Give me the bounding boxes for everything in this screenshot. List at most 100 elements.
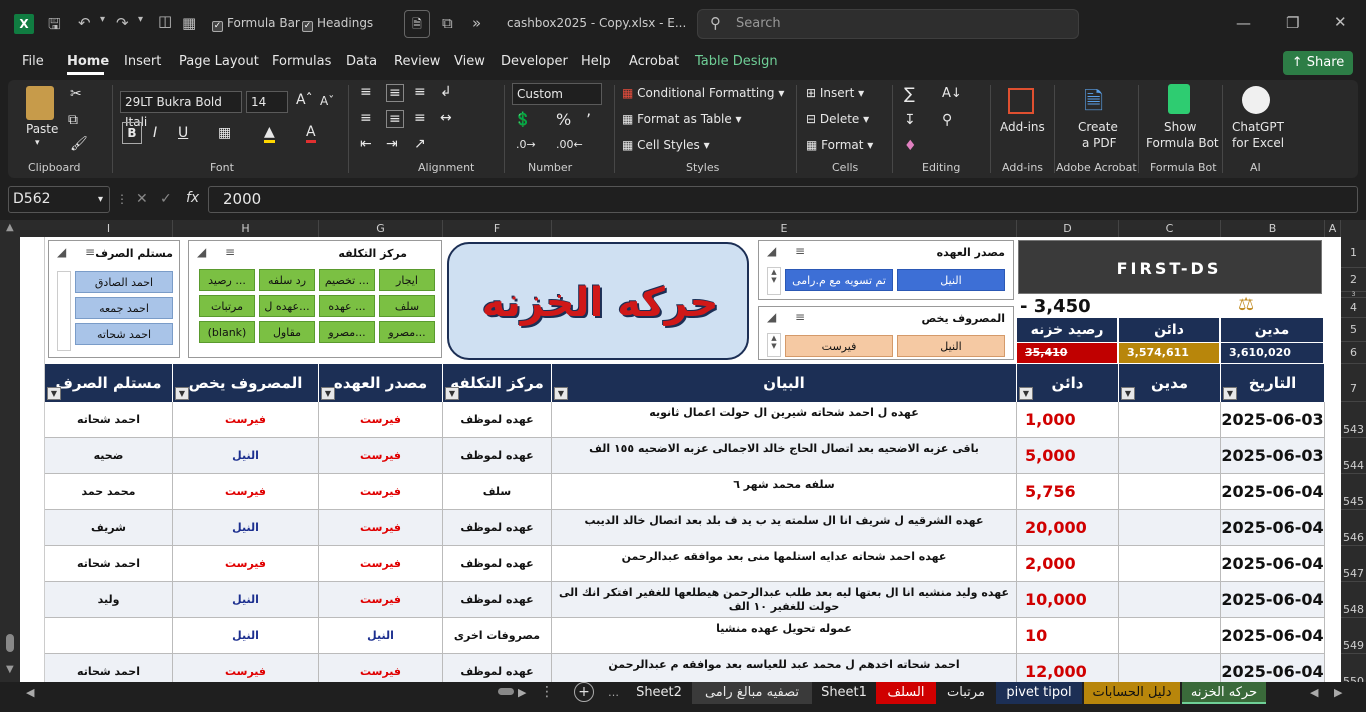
slicer-item[interactable]: تم تسويه مع م.رامى bbox=[785, 269, 893, 291]
more-commands-icon[interactable]: » bbox=[472, 14, 481, 32]
align-bottom-icon[interactable]: ≡ bbox=[414, 84, 426, 100]
slicer-item[interactable]: فيرست bbox=[785, 335, 893, 357]
table-cell-desc[interactable]: سلفه محمد شهر ٦ bbox=[552, 474, 1017, 510]
table-cell-credit[interactable]: 10,000 bbox=[1017, 582, 1119, 618]
create-pdf-icon[interactable]: 🗎 bbox=[1084, 84, 1103, 125]
font-name-combo[interactable]: 29LT Bukra Bold Itali bbox=[120, 91, 242, 129]
row-header[interactable]: 546 bbox=[1341, 510, 1366, 546]
sort-filter-icon[interactable]: A↓ bbox=[942, 86, 962, 101]
table-cell-date[interactable]: 2025-06-04 bbox=[1221, 582, 1325, 618]
paste-button[interactable]: Paste bbox=[26, 122, 58, 136]
cell-styles-button[interactable]: ▦ Cell Styles ▾ bbox=[622, 138, 710, 152]
wrap-text-icon[interactable]: ↲ bbox=[440, 84, 452, 100]
tab-options-icon[interactable]: ⋮ bbox=[540, 684, 554, 700]
row-header-6[interactable]: 6 bbox=[1341, 342, 1366, 364]
table-cell-center[interactable]: مصروفات اخرى bbox=[443, 618, 552, 654]
table-cell-date[interactable]: 2025-06-04 bbox=[1221, 618, 1325, 654]
table-cell-source[interactable]: فيرست bbox=[319, 510, 443, 546]
chatgpt-label-1[interactable]: ChatGPT bbox=[1232, 120, 1284, 134]
slicer-item[interactable]: عهده ... bbox=[319, 295, 375, 317]
table-cell-credit[interactable]: 10 bbox=[1017, 618, 1119, 654]
share-copy-icon[interactable]: ⧉ bbox=[442, 14, 453, 32]
decrease-decimal-icon[interactable]: .00← bbox=[556, 138, 583, 151]
align-right-icon[interactable]: ≡ bbox=[414, 110, 426, 126]
headings-toggle[interactable]: ✓ Headings bbox=[302, 16, 373, 32]
column-header-b[interactable]: B bbox=[1221, 220, 1325, 237]
sheet-tab[interactable]: مرتبات bbox=[938, 682, 994, 704]
table-cell-credit[interactable]: 5,000 bbox=[1017, 438, 1119, 474]
table-cell-date[interactable]: 2025-06-03 bbox=[1221, 402, 1325, 438]
tab-scroll-left-icon[interactable]: ◀ bbox=[1310, 686, 1318, 699]
format-painter-icon[interactable]: 🖌 bbox=[70, 136, 88, 152]
slicer-item[interactable]: مصرو... bbox=[379, 321, 435, 343]
align-middle-icon[interactable]: ≡ bbox=[386, 84, 404, 102]
font-size-combo[interactable]: 14 bbox=[246, 91, 288, 113]
table-cell-desc[interactable]: عهده ل احمد شحاته شيرين ال حولت اعمال ثا… bbox=[552, 402, 1017, 438]
table-cell-for[interactable]: فيرست bbox=[173, 546, 319, 582]
table-cell-debit[interactable] bbox=[1119, 474, 1221, 510]
create-pdf-label-1[interactable]: Create bbox=[1078, 120, 1118, 134]
filter-dropdown-icon[interactable]: ▼ bbox=[1223, 387, 1237, 400]
undo-icon[interactable]: ↶ bbox=[78, 14, 91, 32]
format-cells-button[interactable]: ▦ Format ▾ bbox=[806, 138, 873, 152]
table-cell-date[interactable]: 2025-06-04 bbox=[1221, 546, 1325, 582]
name-box-dropdown-icon[interactable]: ▾ bbox=[98, 187, 103, 212]
table-cell-debit[interactable] bbox=[1119, 402, 1221, 438]
row-header[interactable]: 543 bbox=[1341, 402, 1366, 438]
scroll-up-icon[interactable]: ▲ bbox=[6, 222, 14, 233]
share-button[interactable]: ↑ Share bbox=[1283, 51, 1353, 75]
font-color-icon[interactable]: A bbox=[306, 124, 316, 143]
menu-help[interactable]: Help bbox=[581, 54, 611, 69]
column-header-g[interactable]: G bbox=[319, 220, 443, 237]
search-box[interactable]: Search bbox=[697, 9, 1079, 39]
table-cell-desc[interactable]: عهده احمد شحاته عدايه استلمها منى بعد مو… bbox=[552, 546, 1017, 582]
table-cell-source[interactable]: فيرست bbox=[319, 546, 443, 582]
table-cell-for[interactable]: فيرست bbox=[173, 402, 319, 438]
underline-button[interactable]: U bbox=[178, 125, 188, 141]
table-cell-source[interactable]: النيل bbox=[319, 618, 443, 654]
name-box[interactable]: D562 ▾ bbox=[8, 186, 110, 213]
increase-indent-icon[interactable]: ⇥ bbox=[386, 136, 398, 152]
slicer-item[interactable]: عهده ل... bbox=[259, 295, 315, 317]
slicer-item[interactable]: النيل bbox=[897, 335, 1005, 357]
decrease-font-icon[interactable]: Aˇ bbox=[320, 94, 334, 108]
menu-acrobat[interactable]: Acrobat bbox=[629, 54, 679, 69]
redo-icon[interactable]: ↷ bbox=[116, 14, 129, 32]
column-header-d[interactable]: D bbox=[1017, 220, 1119, 237]
show-bot-label-1[interactable]: Show bbox=[1164, 120, 1196, 134]
vertical-scroll-thumb[interactable] bbox=[6, 634, 14, 652]
table-cell-recipient[interactable]: احمد شحاته bbox=[45, 402, 173, 438]
table-cell-recipient[interactable] bbox=[45, 618, 173, 654]
slicer-item[interactable]: سلف bbox=[379, 295, 435, 317]
menu-insert[interactable]: Insert bbox=[124, 54, 161, 69]
table-cell-source[interactable]: فيرست bbox=[319, 474, 443, 510]
column-header-a[interactable]: A bbox=[1325, 220, 1341, 237]
orientation-icon[interactable]: ↗ bbox=[414, 136, 426, 152]
formula-input[interactable]: 2000 bbox=[208, 186, 1358, 213]
slicer-expense-for[interactable]: المصروف يخص ◢ ≡ النيل فيرست ▲ ▼ bbox=[758, 306, 1014, 360]
slicer-item[interactable]: مقاول bbox=[259, 321, 315, 343]
menu-review[interactable]: Review bbox=[394, 54, 440, 69]
column-header-i[interactable]: I bbox=[45, 220, 173, 237]
clear-filter-icon[interactable]: ◢ bbox=[57, 245, 66, 259]
comma-icon[interactable]: ’ bbox=[586, 110, 591, 129]
clear-filter-icon[interactable]: ◢ bbox=[767, 310, 776, 324]
table-cell-center[interactable]: عهده لموظف bbox=[443, 546, 552, 582]
fill-icon[interactable]: ↧ bbox=[904, 112, 916, 128]
cancel-entry-icon[interactable]: ✕ bbox=[136, 191, 148, 207]
sheet-tab[interactable]: pivet tipol bbox=[996, 682, 1082, 704]
borders-icon[interactable]: ▦ bbox=[218, 125, 231, 141]
conditional-formatting-button[interactable]: ▦ Conditional Formatting ▾ bbox=[622, 86, 784, 100]
column-header-e[interactable]: E bbox=[552, 220, 1017, 237]
menu-data[interactable]: Data bbox=[346, 54, 377, 69]
create-pdf-label-2[interactable]: a PDF bbox=[1082, 136, 1117, 150]
format-as-table-button[interactable]: ▦ Format as Table ▾ bbox=[622, 112, 742, 126]
column-header-f[interactable]: F bbox=[443, 220, 552, 237]
row-header[interactable]: 549 bbox=[1341, 618, 1366, 654]
table-cell-date[interactable]: 2025-06-04 bbox=[1221, 474, 1325, 510]
menu-page-layout[interactable]: Page Layout bbox=[179, 54, 259, 69]
row-header-7[interactable]: 7 bbox=[1341, 364, 1366, 402]
table-cell-credit[interactable]: 5,756 bbox=[1017, 474, 1119, 510]
table-cell-credit[interactable]: 1,000 bbox=[1017, 402, 1119, 438]
undo-dropdown-icon[interactable]: ▾ bbox=[100, 14, 105, 25]
